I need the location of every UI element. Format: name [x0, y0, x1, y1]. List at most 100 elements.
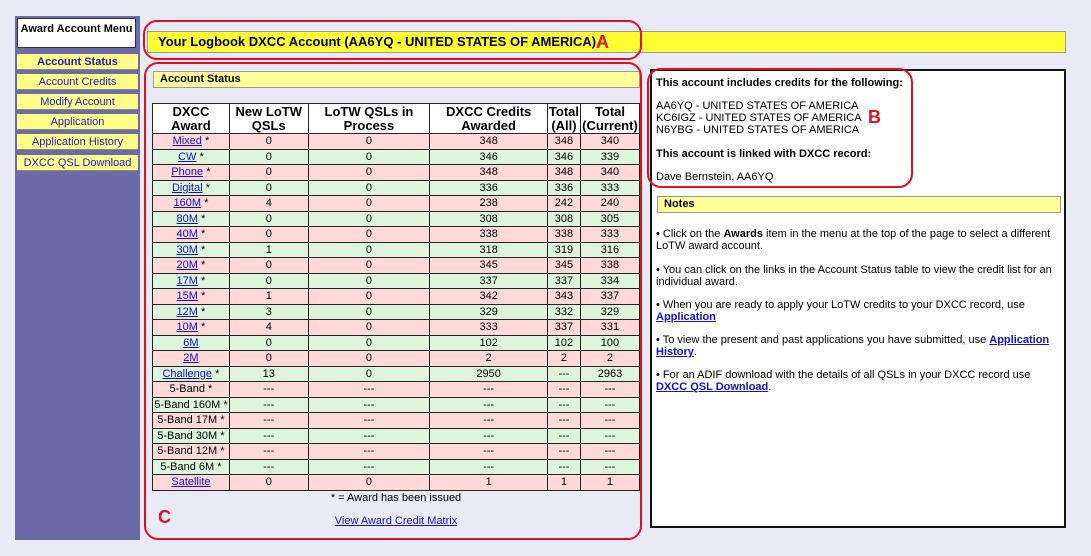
award-link[interactable]: Mixed — [173, 135, 202, 147]
menu-item-dxcc-qsl-download[interactable]: DXCC QSL Download — [17, 155, 138, 171]
table-row: Challenge * 13 0 2950 --- 2963 — [152, 365, 641, 382]
award-link[interactable]: 30M — [177, 244, 198, 256]
account-status-heading: Account Status — [153, 71, 640, 88]
award-link[interactable]: CW — [178, 151, 196, 163]
cell-new: --- — [228, 427, 309, 444]
table-row: 30M * 1 0 318 319 316 — [152, 241, 641, 258]
annotation-label-a: A — [596, 32, 609, 52]
cell-process: 0 — [307, 195, 431, 212]
cell-current: 1 — [579, 474, 641, 491]
note-5: • For an ADIF download with the details … — [656, 369, 1061, 393]
cell-new: 4 — [228, 195, 309, 212]
view-award-credit-matrix-link[interactable]: View Award Credit Matrix — [335, 515, 457, 527]
col-header-total-current: Total (Current) — [579, 103, 641, 134]
menu-item-account-status[interactable]: Account Status — [17, 54, 138, 70]
award-credit-matrix-area: View Award Credit Matrix — [152, 515, 640, 527]
menu-item-application-history[interactable]: Application History — [17, 134, 138, 150]
award-link[interactable]: 17M — [177, 275, 198, 287]
cell-credits: 345 — [429, 257, 548, 274]
note-1-pre: • Click on the — [656, 228, 724, 240]
cell-credits: 329 — [429, 303, 548, 320]
award-link[interactable]: 80M — [177, 213, 198, 225]
cell-credits: 348 — [429, 133, 548, 150]
cell-current: --- — [579, 381, 641, 398]
award-cell: Satellite — [152, 474, 230, 491]
cell-new: 4 — [228, 319, 309, 336]
issued-star: * — [214, 460, 222, 473]
issued-footnote: * = Award has been issued — [330, 492, 462, 504]
cell-credits: 2950 — [429, 365, 548, 382]
cell-all: --- — [546, 458, 581, 475]
issued-star: * — [197, 259, 206, 272]
cell-credits: 2 — [429, 350, 548, 367]
cell-new: 0 — [228, 226, 309, 243]
cell-new: --- — [228, 458, 309, 475]
table-row: 12M * 3 0 329 332 329 — [152, 303, 641, 320]
menu-item-application[interactable]: Application — [17, 114, 138, 130]
issued-star: * — [205, 383, 213, 396]
award-link[interactable]: 15M — [177, 290, 198, 302]
award-link[interactable]: Digital — [172, 182, 203, 194]
cell-all: 343 — [546, 288, 581, 305]
note-dxcc-qsl-download-link[interactable]: DXCC QSL Download — [656, 381, 768, 393]
cell-current: --- — [579, 427, 641, 444]
issued-star: * — [201, 197, 209, 210]
award-label: 5-Band 160M — [154, 398, 221, 411]
award-link[interactable]: 40M — [177, 228, 198, 240]
table-row: 17M * 0 0 337 337 334 — [152, 272, 641, 289]
cell-all: --- — [546, 427, 581, 444]
cell-credits: --- — [429, 396, 548, 413]
award-link[interactable]: Satellite — [171, 476, 210, 488]
award-link[interactable]: 2M — [183, 352, 198, 364]
award-link[interactable]: 20M — [177, 259, 198, 271]
cell-all: --- — [546, 412, 581, 429]
note-3: • When you are ready to apply your LoTW … — [656, 299, 1061, 323]
award-link[interactable]: 12M — [177, 306, 198, 318]
cell-all: --- — [546, 396, 581, 413]
credit-call-2: KC6IGZ - UNITED STATES OF AMERICA — [656, 112, 862, 124]
cell-new: 0 — [228, 164, 309, 181]
award-link[interactable]: 10M — [177, 321, 198, 333]
award-link[interactable]: 160M — [173, 197, 201, 209]
cell-new: 0 — [228, 334, 309, 351]
table-row: 5-Band 160M * --- --- --- --- --- — [152, 396, 641, 413]
cell-new: 3 — [228, 303, 309, 320]
issued-star: * — [212, 367, 220, 380]
note-application-link[interactable]: Application — [656, 311, 716, 323]
menu-item-account-credits[interactable]: Account Credits — [17, 74, 138, 90]
table-row: CW * 0 0 346 346 339 — [152, 148, 641, 165]
note-4-post: . — [693, 346, 697, 358]
award-cell: 40M * — [152, 226, 230, 243]
cell-process: 0 — [307, 319, 431, 336]
cell-new: 13 — [228, 365, 309, 382]
cell-process: 0 — [307, 350, 431, 367]
cell-process: 0 — [307, 303, 431, 320]
table-row: Satellite 0 0 1 1 1 — [152, 474, 641, 491]
cell-all: 336 — [546, 179, 581, 196]
cell-credits: 318 — [429, 241, 548, 258]
cell-credits: 102 — [429, 334, 548, 351]
award-cell: 5-Band 30M * — [152, 427, 230, 444]
award-link[interactable]: 6M — [183, 337, 198, 349]
table-row: 5-Band 6M * --- --- --- --- --- — [152, 458, 641, 475]
cell-all: 348 — [546, 164, 581, 181]
account-status-table-body: Mixed * 0 0 348 348 340 CW * 0 0 346 346 339 Phone *… — [152, 133, 641, 491]
page: Award Account Menu Account Status Accoun… — [0, 0, 1091, 556]
cell-credits: 333 — [429, 319, 548, 336]
award-label: 5-Band 17M — [157, 414, 218, 427]
table-row: Digital * 0 0 336 336 333 — [152, 179, 641, 196]
award-label: 5-Band 6M — [160, 460, 215, 473]
award-cell: 12M * — [152, 303, 230, 320]
award-cell: 5-Band * — [152, 381, 230, 398]
menu-item-modify-account[interactable]: Modify Account — [17, 94, 138, 110]
table-row: 5-Band * --- --- --- --- --- — [152, 381, 641, 398]
cell-process: --- — [307, 443, 431, 460]
cell-all: 2 — [546, 350, 581, 367]
cell-process: 0 — [307, 365, 431, 382]
issued-star: * — [217, 414, 225, 427]
award-link[interactable]: Phone — [171, 166, 203, 178]
cell-current: --- — [579, 412, 641, 429]
cell-process: 0 — [307, 133, 431, 150]
issued-star: * — [197, 274, 206, 287]
award-link[interactable]: Challenge — [162, 368, 212, 380]
